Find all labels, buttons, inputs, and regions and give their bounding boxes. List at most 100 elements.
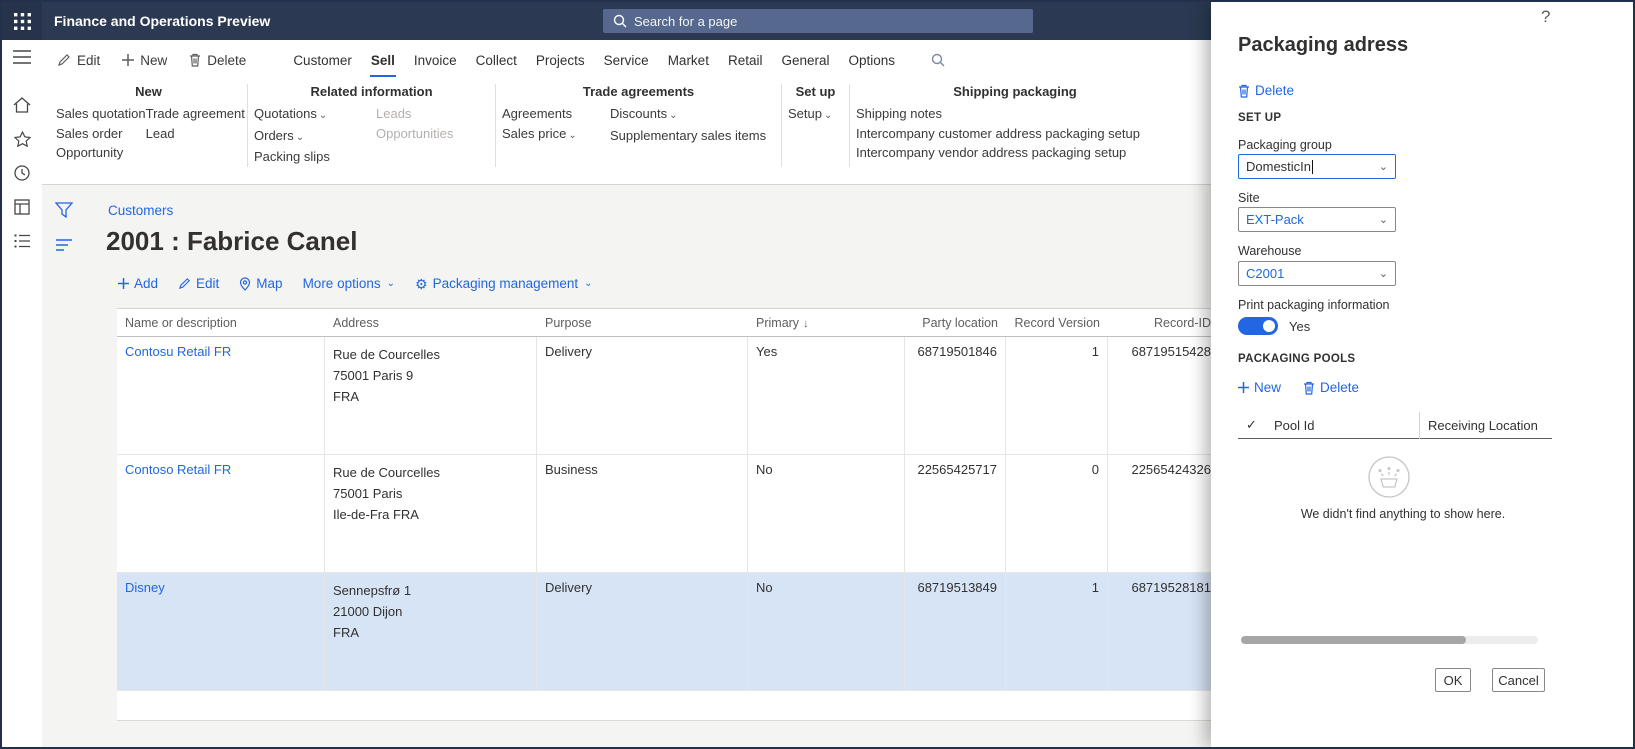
workspace-icon[interactable] bbox=[2, 190, 42, 224]
list-view-icon[interactable] bbox=[56, 238, 72, 256]
chevron-down-icon[interactable]: ⌄ bbox=[1376, 160, 1391, 173]
row-name-link[interactable]: Contoso Retail FR bbox=[125, 462, 231, 477]
ribbon-group-shipping-packaging: Shipping packaging Shipping notes Interc… bbox=[850, 84, 1180, 167]
ribbon-group-title: Set up bbox=[795, 84, 836, 99]
delete-button[interactable]: Delete bbox=[189, 53, 246, 68]
ribbon-item-packing-slips[interactable]: Packing slips bbox=[254, 147, 376, 167]
row-name-link[interactable]: Disney bbox=[125, 580, 165, 595]
ribbon-item-opportunities: Opportunities bbox=[376, 125, 454, 141]
ribbon-item-trade-agreement[interactable]: Trade agreement bbox=[146, 104, 245, 124]
print-packaging-toggle[interactable] bbox=[1238, 317, 1278, 335]
column-header-record-id[interactable]: Record-ID bbox=[1108, 309, 1219, 336]
modules-list-icon[interactable] bbox=[2, 224, 42, 258]
row-record-version: 1 bbox=[1006, 573, 1108, 690]
header-search-input[interactable]: Search for a page bbox=[603, 9, 1033, 33]
map-button-label: Map bbox=[256, 276, 283, 291]
tab-customer[interactable]: Customer bbox=[292, 44, 353, 77]
ribbon-item-supplementary-sales-items[interactable]: Supplementary sales items bbox=[610, 126, 766, 146]
tab-general[interactable]: General bbox=[780, 44, 830, 77]
new-button[interactable]: New bbox=[122, 53, 167, 68]
column-header-record-version[interactable]: Record Version bbox=[1006, 309, 1108, 336]
flyout-delete-button[interactable]: Delete bbox=[1238, 83, 1294, 98]
warehouse-value[interactable]: C2001 bbox=[1246, 266, 1284, 281]
tab-service[interactable]: Service bbox=[603, 44, 650, 77]
actions-search-icon[interactable] bbox=[931, 53, 945, 67]
chevron-down-icon: ⌄ bbox=[386, 278, 395, 289]
edit-row-button[interactable]: Edit bbox=[178, 276, 219, 291]
text-cursor bbox=[1312, 159, 1314, 174]
tab-projects[interactable]: Projects bbox=[535, 44, 586, 77]
ribbon-item-intercompany-customer-address-packaging-setup[interactable]: Intercompany customer address packaging … bbox=[856, 124, 1140, 144]
column-header-purpose[interactable]: Purpose bbox=[537, 309, 748, 336]
ribbon-item-opportunity[interactable]: Opportunity bbox=[56, 143, 146, 163]
ribbon-group-set-up: Set up Setup ⌄ bbox=[782, 84, 850, 167]
hamburger-menu-icon[interactable] bbox=[2, 40, 42, 74]
column-header-party-location[interactable]: Party location bbox=[905, 309, 1006, 336]
ribbon-item-quotations[interactable]: Quotations ⌄ bbox=[254, 104, 376, 126]
ribbon-item-orders[interactable]: Orders ⌄ bbox=[254, 126, 376, 148]
filter-icon[interactable] bbox=[54, 202, 74, 223]
ribbon-item-discounts[interactable]: Discounts ⌄ bbox=[610, 104, 766, 126]
grid-body: Contosu Retail FR Rue de Courcelles 7500… bbox=[117, 337, 1219, 691]
packaging-group-combobox[interactable]: DomesticIn ⌄ bbox=[1238, 154, 1396, 179]
favorites-star-icon[interactable] bbox=[2, 122, 42, 156]
ribbon-item-lead[interactable]: Lead bbox=[146, 124, 245, 144]
scrollbar-thumb[interactable] bbox=[1241, 636, 1466, 644]
pools-delete-button[interactable]: Delete bbox=[1303, 380, 1359, 395]
tab-collect[interactable]: Collect bbox=[475, 44, 518, 77]
cancel-button[interactable]: Cancel bbox=[1492, 668, 1545, 692]
packaging-management-label: Packaging management bbox=[432, 276, 579, 291]
help-icon[interactable]: ? bbox=[1541, 7, 1550, 27]
breadcrumb-customers[interactable]: Customers bbox=[108, 203, 173, 218]
toggle-state-label: Yes bbox=[1289, 318, 1311, 334]
recent-clock-icon[interactable] bbox=[2, 156, 42, 190]
waffle-menu-icon[interactable] bbox=[2, 2, 42, 40]
chevron-down-icon[interactable]: ⌄ bbox=[1376, 213, 1391, 226]
more-options-button[interactable]: More options ⌄ bbox=[303, 276, 395, 291]
gear-icon: ⚙ bbox=[415, 275, 428, 292]
ribbon-item-shipping-notes[interactable]: Shipping notes bbox=[856, 104, 1140, 124]
table-row[interactable]: Contoso Retail FR Rue de Courcelles 7500… bbox=[117, 455, 1219, 573]
tab-invoice[interactable]: Invoice bbox=[413, 44, 458, 77]
home-icon[interactable] bbox=[2, 88, 42, 122]
column-header-receiving-location[interactable]: Receiving Location bbox=[1420, 418, 1552, 433]
edit-button[interactable]: Edit bbox=[57, 53, 100, 68]
packaging-management-button[interactable]: ⚙ Packaging management ⌄ bbox=[415, 276, 593, 291]
ribbon-item-setup[interactable]: Setup ⌄ bbox=[788, 104, 832, 126]
pools-grid-header: ✓ Pool Id Receiving Location bbox=[1238, 411, 1552, 439]
row-name-link[interactable]: Contosu Retail FR bbox=[125, 344, 231, 359]
tab-options[interactable]: Options bbox=[848, 44, 897, 77]
flyout-title: Packaging adress bbox=[1238, 34, 1409, 56]
column-header-pool-id[interactable]: Pool Id bbox=[1266, 411, 1420, 439]
column-header-name[interactable]: Name or description bbox=[117, 309, 325, 336]
select-all-checkmark-icon[interactable]: ✓ bbox=[1238, 417, 1266, 433]
warehouse-combobox[interactable]: C2001 ⌄ bbox=[1238, 261, 1396, 286]
add-button[interactable]: Add bbox=[118, 276, 158, 291]
chevron-down-icon[interactable]: ⌄ bbox=[1376, 267, 1391, 280]
table-row-selected[interactable]: Disney Sennepsfrø 1 21000 Dijon FRA Deli… bbox=[117, 573, 1219, 691]
row-primary: No bbox=[748, 573, 905, 690]
pools-new-button[interactable]: New bbox=[1238, 380, 1281, 395]
row-address: Rue de Courcelles 75001 Paris 9 FRA bbox=[325, 337, 537, 454]
row-record-id: 68719515428 bbox=[1131, 344, 1211, 359]
ribbon-item-sales-order[interactable]: Sales order bbox=[56, 124, 146, 144]
addresses-grid: Name or description Address Purpose Prim… bbox=[117, 308, 1219, 721]
grid-toolbar: Add Edit Map More options ⌄ ⚙ Packaging … bbox=[118, 276, 593, 291]
pools-delete-label: Delete bbox=[1320, 380, 1360, 395]
tab-market[interactable]: Market bbox=[667, 44, 710, 77]
ribbon-item-intercompany-vendor-address-packaging-setup[interactable]: Intercompany vendor address packaging se… bbox=[856, 143, 1140, 163]
ribbon-item-agreements[interactable]: Agreements bbox=[502, 104, 610, 124]
plus-icon bbox=[1238, 382, 1249, 393]
map-button[interactable]: Map bbox=[239, 276, 283, 291]
column-header-address[interactable]: Address bbox=[325, 309, 537, 336]
tab-retail[interactable]: Retail bbox=[727, 44, 764, 77]
chevron-down-icon: ⌄ bbox=[823, 110, 833, 121]
site-combobox[interactable]: EXT-Pack ⌄ bbox=[1238, 207, 1396, 232]
ribbon-item-sales-quotation[interactable]: Sales quotation bbox=[56, 104, 146, 124]
ribbon-item-sales-price[interactable]: Sales price ⌄ bbox=[502, 124, 610, 146]
site-value[interactable]: EXT-Pack bbox=[1246, 212, 1304, 227]
table-row[interactable]: Contosu Retail FR Rue de Courcelles 7500… bbox=[117, 337, 1219, 455]
tab-sell[interactable]: Sell bbox=[369, 44, 396, 77]
ok-button[interactable]: OK bbox=[1435, 668, 1471, 692]
column-header-primary[interactable]: Primary ↓ bbox=[748, 309, 905, 336]
